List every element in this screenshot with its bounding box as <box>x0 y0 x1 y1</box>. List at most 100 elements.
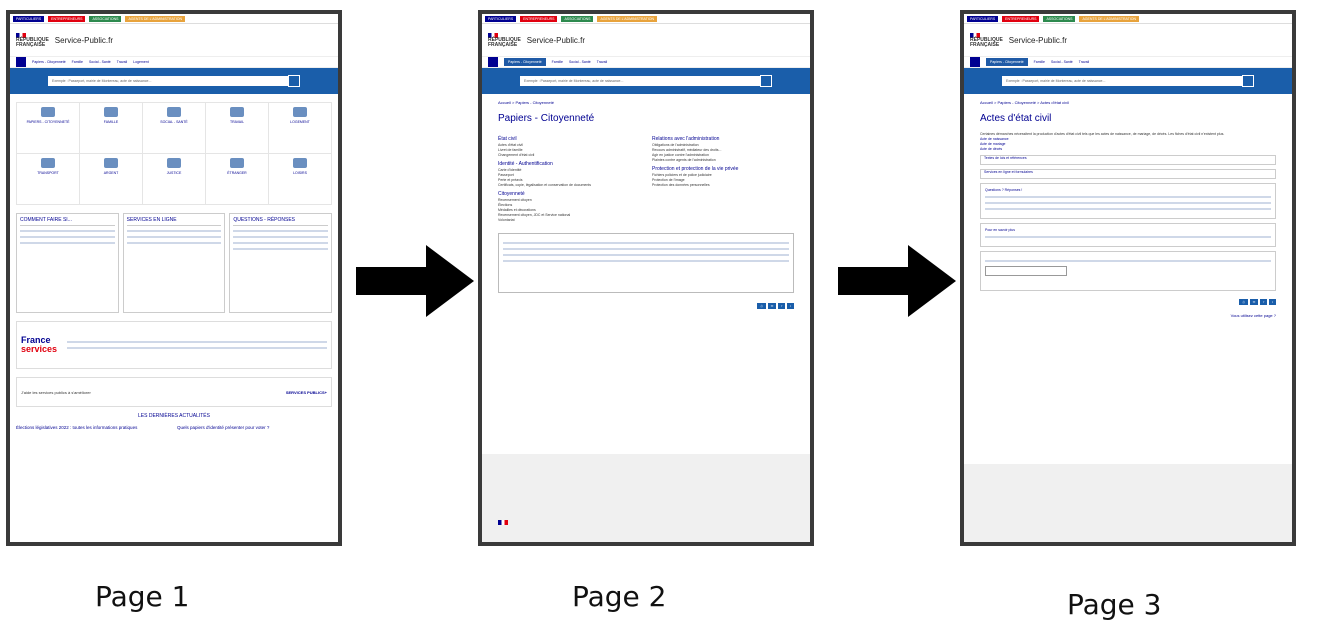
tab-entrepreneurs[interactable]: ENTREPRENEURS <box>48 15 86 22</box>
accordion-services[interactable]: Services en ligne et formulaires <box>980 169 1276 179</box>
tile-travail[interactable]: TRAVAIL <box>206 103 268 153</box>
link-item[interactable]: Protection de l'image <box>652 178 794 182</box>
search-input[interactable]: Exemple : Passeport, mairie de Montereau… <box>520 76 760 86</box>
tab-associations[interactable]: ASSOCIATIONS <box>1043 15 1076 22</box>
link-item[interactable]: Livret de famille <box>498 148 640 152</box>
nav-famille[interactable]: Famille <box>552 60 563 64</box>
box-questions: QUESTIONS - RÉPONSES <box>229 213 333 313</box>
link-mariage[interactable]: Acte de mariage <box>980 142 1276 146</box>
services-publics-plus-block[interactable]: J'aide les services publics à s'améliore… <box>16 377 332 407</box>
link-item[interactable]: Recours administratif, médiateur des dro… <box>652 148 794 152</box>
link-item[interactable]: Obligations de l'administration <box>652 143 794 147</box>
caption-page-2: Page 2 <box>572 580 667 613</box>
nav-papiers[interactable]: Papiers - Citoyenneté <box>32 60 66 64</box>
link-item[interactable]: Agir en justice contre l'administration <box>652 153 794 157</box>
home-icon[interactable] <box>970 57 980 67</box>
link-item[interactable]: Protection des données personnelles <box>652 183 794 187</box>
rf-line2: FRANÇAISE <box>970 41 1000 48</box>
actu-item-2[interactable]: Quels papiers d'identité présenter pour … <box>177 425 332 430</box>
tile-transport[interactable]: TRANSPORT <box>17 154 79 204</box>
print-button[interactable]: ⎙ <box>757 303 766 309</box>
tile-justice[interactable]: JUSTICE <box>143 154 205 204</box>
nav-social[interactable]: Social - Santé <box>89 60 111 64</box>
facebook-icon[interactable]: f <box>778 303 786 309</box>
tab-particuliers[interactable]: PARTICULIERS <box>967 15 999 22</box>
link-naissance[interactable]: Acte de naissance <box>980 137 1276 141</box>
search-input[interactable]: Exemple : Passeport, mairie de Montereau… <box>1002 76 1242 86</box>
tile-social[interactable]: SOCIAL - SANTÉ <box>143 103 205 153</box>
link-item[interactable]: Fichiers policiers et de police judiciai… <box>652 173 794 177</box>
link-item[interactable]: Volontariat <box>498 218 640 222</box>
nav-papiers[interactable]: Papiers - Citoyenneté <box>504 58 546 66</box>
tab-particuliers[interactable]: PARTICULIERS <box>13 15 45 22</box>
link-item[interactable]: Médailles et décorations <box>498 208 640 212</box>
tab-entrepreneurs[interactable]: ENTREPRENEURS <box>520 15 558 22</box>
nav-social[interactable]: Social - Santé <box>569 60 591 64</box>
nav-social[interactable]: Social - Santé <box>1051 60 1073 64</box>
link-item[interactable]: Changement d'état civil <box>498 153 640 157</box>
link-item[interactable]: Actes d'état civil <box>498 143 640 147</box>
twitter-icon[interactable]: t <box>787 303 794 309</box>
sp-plus-logo: SERVICES PUBLICS+ <box>285 389 327 395</box>
tile-label: PAPIERS - CITOYENNETÉ <box>26 120 70 124</box>
link-item[interactable]: Certificats, copie, légalisation et cons… <box>498 183 640 187</box>
globe-icon <box>230 158 244 168</box>
link-item[interactable]: Élections <box>498 203 640 207</box>
tile-label: SOCIAL - SANTÉ <box>160 120 188 124</box>
tab-agents[interactable]: AGENTS DE L'ADMINISTRATION <box>125 15 185 22</box>
accordion-textes[interactable]: Textes de lois et références <box>980 155 1276 165</box>
search-icon[interactable] <box>1242 75 1254 87</box>
link-item[interactable]: Recensement citoyen <box>498 198 640 202</box>
tab-particuliers[interactable]: PARTICULIERS <box>485 15 517 22</box>
home-icon[interactable] <box>16 57 26 67</box>
nav-papiers[interactable]: Papiers - Citoyenneté <box>986 58 1028 66</box>
nav-famille[interactable]: Famille <box>72 60 83 64</box>
home-icon[interactable] <box>488 57 498 67</box>
nav-travail[interactable]: Travail <box>117 60 127 64</box>
link-item[interactable]: Recensement citoyen, JDC et Service nati… <box>498 213 640 217</box>
france-services-block[interactable]: France services <box>16 321 332 369</box>
link-item[interactable]: Passeport <box>498 173 640 177</box>
tab-associations[interactable]: ASSOCIATIONS <box>561 15 594 22</box>
audience-bar: PARTICULIERS ENTREPRENEURS ASSOCIATIONS … <box>964 14 1292 24</box>
bottom-link[interactable]: Vous utilisez cette page ? <box>980 313 1276 318</box>
tab-agents[interactable]: AGENTS DE L'ADMINISTRATION <box>597 15 657 22</box>
tile-label: ARGENT <box>103 171 119 175</box>
link-item[interactable]: Perte et préavis <box>498 178 640 182</box>
site-brand[interactable]: Service-Public.fr <box>1009 36 1067 45</box>
twitter-icon[interactable]: t <box>1269 299 1276 305</box>
tab-associations[interactable]: ASSOCIATIONS <box>89 15 122 22</box>
footer <box>482 454 810 542</box>
postcode-input[interactable] <box>985 266 1067 276</box>
tile-argent[interactable]: ARGENT <box>80 154 142 204</box>
link-deces[interactable]: Acte de décès <box>980 147 1276 151</box>
tile-etranger[interactable]: ÉTRANGER <box>206 154 268 204</box>
search-icon[interactable] <box>288 75 300 87</box>
share-button[interactable]: ✉ <box>767 303 777 309</box>
search-icon[interactable] <box>760 75 772 87</box>
nav-famille[interactable]: Famille <box>1034 60 1045 64</box>
facebook-icon[interactable]: f <box>1260 299 1268 305</box>
money-icon <box>104 158 118 168</box>
tile-logement[interactable]: LOGEMENT <box>269 103 331 153</box>
share-button[interactable]: ✉ <box>1249 299 1259 305</box>
link-item[interactable]: Plaintes contre agents de l'administrati… <box>652 158 794 162</box>
actu-item-1[interactable]: Élections législatives 2022 : toutes les… <box>16 425 171 430</box>
tile-papiers[interactable]: PAPIERS - CITOYENNETÉ <box>17 103 79 153</box>
search-input[interactable]: Exemple : Passeport, mairie de Montereau… <box>48 76 288 86</box>
print-button[interactable]: ⎙ <box>1239 299 1248 305</box>
link-item[interactable]: Carte d'identité <box>498 168 640 172</box>
tile-loisirs[interactable]: LOISIRS <box>269 154 331 204</box>
nav-travail[interactable]: Travail <box>1079 60 1089 64</box>
site-brand[interactable]: Service-Public.fr <box>55 36 113 45</box>
nav-travail[interactable]: Travail <box>597 60 607 64</box>
tab-agents[interactable]: AGENTS DE L'ADMINISTRATION <box>1079 15 1139 22</box>
tab-entrepreneurs[interactable]: ENTREPRENEURS <box>1002 15 1040 22</box>
breadcrumb[interactable]: Accueil > Papiers - Citoyenneté <box>498 100 794 105</box>
nav-logement[interactable]: Logement <box>133 60 149 64</box>
site-brand[interactable]: Service-Public.fr <box>527 36 585 45</box>
france-services-logo: France services <box>21 336 57 354</box>
breadcrumb[interactable]: Accueil > Papiers - Citoyenneté > Actes … <box>980 100 1276 105</box>
share-buttons: ⎙ ✉ f t <box>980 299 1276 305</box>
tile-famille[interactable]: FAMILLE <box>80 103 142 153</box>
